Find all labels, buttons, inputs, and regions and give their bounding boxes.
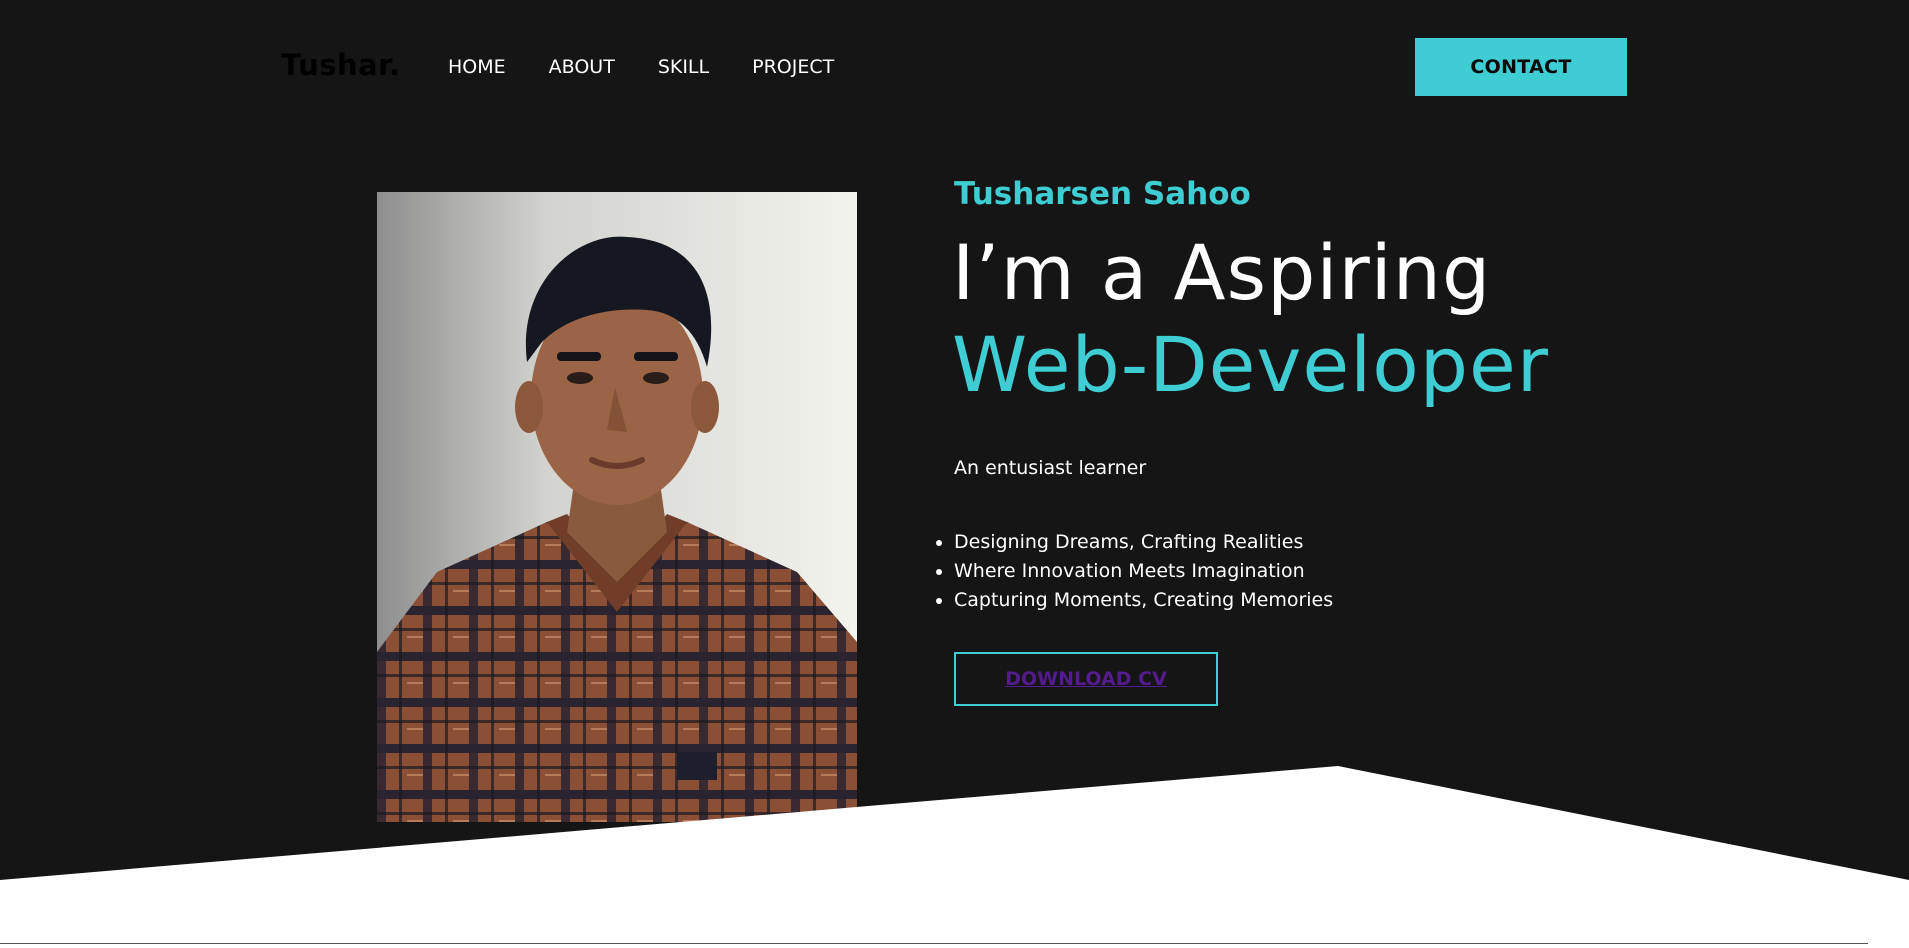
nav-about-link[interactable]: ABOUT (549, 56, 615, 78)
list-item: Designing Dreams, Crafting Realities (934, 528, 1333, 557)
profile-photo (377, 192, 857, 822)
site-logo[interactable]: Tushar. (281, 48, 400, 82)
nav-skill-link[interactable]: SKILL (658, 56, 709, 78)
hero-headline: I’m a Aspiring (952, 228, 1492, 317)
nav-project-link[interactable]: PROJECT (752, 56, 834, 78)
list-item: Capturing Moments, Creating Memories (934, 586, 1333, 615)
hero-tagline: An entusiast learner (954, 457, 1147, 479)
contact-button[interactable]: CONTACT (1415, 38, 1627, 96)
divider-line (0, 943, 1868, 944)
list-item: Where Innovation Meets Imagination (934, 557, 1333, 586)
portfolio-page: Tushar. HOME ABOUT SKILL PROJECT CONTACT (0, 0, 1909, 948)
hero-role: Web-Developer (952, 320, 1549, 409)
profile-photo-illustration (377, 192, 857, 822)
main-nav: HOME ABOUT SKILL PROJECT (448, 56, 877, 78)
nav-home-link[interactable]: HOME (448, 56, 506, 78)
hero-name: Tusharsen Sahoo (954, 176, 1251, 212)
hero-bullet-list: Designing Dreams, Crafting Realities Whe… (934, 528, 1333, 615)
download-cv-button[interactable]: DOWNLOAD CV (954, 652, 1218, 706)
